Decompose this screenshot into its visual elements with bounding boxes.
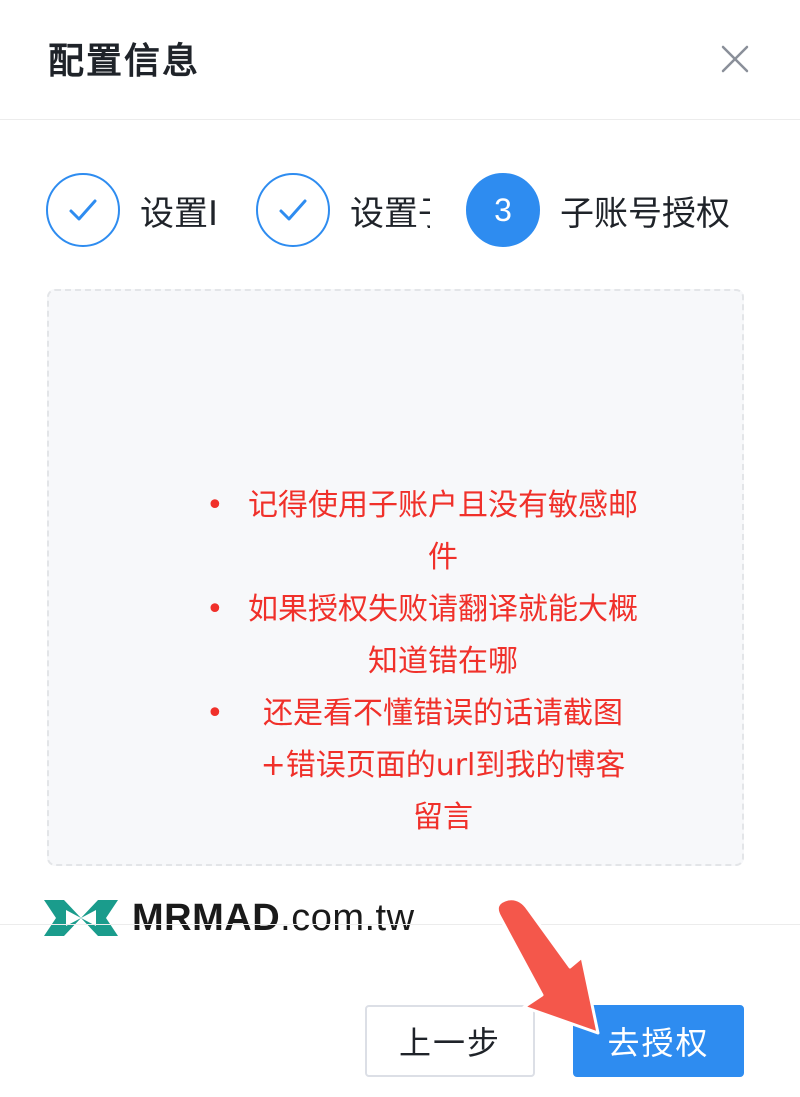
config-dialog: 配置信息 设置I 设置子 bbox=[0, 0, 800, 1097]
dialog-title: 配置信息 bbox=[48, 41, 201, 82]
prev-step-button[interactable]: 上一步 bbox=[365, 1005, 535, 1077]
step-1: 设置I bbox=[46, 172, 222, 248]
bullet-icon: • bbox=[206, 592, 224, 627]
dialog-header: 配置信息 bbox=[0, 0, 800, 120]
mrmad-watermark: MRMAD.com.tw bbox=[42, 893, 415, 943]
step-1-label: 设置I bbox=[140, 193, 219, 234]
note-text: 还是看不懂错误的话请截图+错误页面的url到我的博客留言 bbox=[260, 696, 626, 835]
note-item: • 还是看不懂错误的话请截图+错误页面的url到我的博客留言 bbox=[200, 688, 640, 844]
step-3: 3 子账号授权 bbox=[466, 172, 760, 248]
notes-list: • 记得使用子账户且没有敏感邮件 • 如果授权失败请翻译就能大概知道错在哪 • … bbox=[200, 480, 640, 844]
bullet-icon: • bbox=[206, 488, 224, 523]
close-icon[interactable] bbox=[712, 36, 758, 82]
steps-bar: 设置I 设置子 3 子账号授权 bbox=[0, 172, 800, 262]
step-2: 设置子 bbox=[256, 172, 430, 248]
note-item: • 如果授权失败请翻译就能大概知道错在哪 bbox=[200, 584, 640, 688]
note-item: • 记得使用子账户且没有敏感邮件 bbox=[200, 480, 640, 584]
footer-divider bbox=[0, 924, 800, 925]
step-2-circle bbox=[256, 173, 330, 247]
check-icon bbox=[69, 199, 97, 221]
step-1-circle bbox=[46, 173, 120, 247]
watermark-text: MRMAD.com.tw bbox=[132, 896, 415, 939]
bullet-icon: • bbox=[206, 696, 224, 731]
mrmad-logo-icon bbox=[44, 900, 118, 936]
note-text: 记得使用子账户且没有敏感邮件 bbox=[248, 488, 638, 575]
step-3-number: 3 bbox=[494, 191, 512, 228]
check-icon bbox=[279, 199, 307, 221]
step-3-label: 子账号授权 bbox=[560, 193, 730, 234]
authorize-button[interactable]: 去授权 bbox=[573, 1005, 744, 1077]
step-3-circle: 3 bbox=[466, 173, 540, 247]
note-text: 如果授权失败请翻译就能大概知道错在哪 bbox=[248, 592, 638, 679]
step-2-label: 设置子 bbox=[350, 193, 430, 234]
